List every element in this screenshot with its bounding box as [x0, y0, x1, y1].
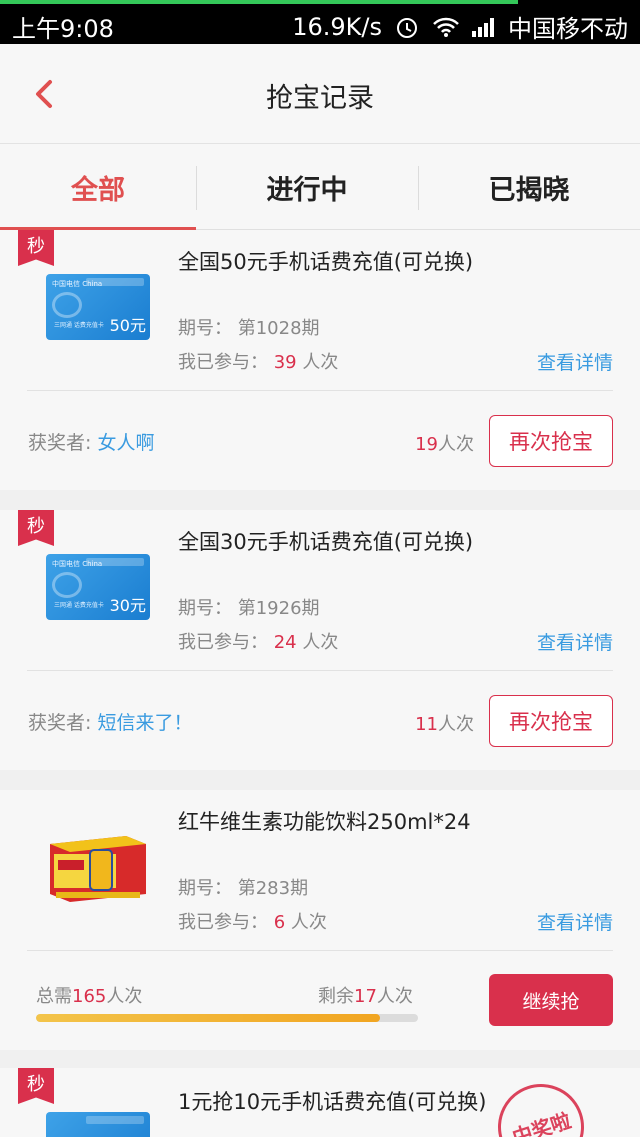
product-name: 1元抢10元手机话费充值(可兑换): [178, 1090, 487, 1114]
product-name: 全国30元手机话费充值(可兑换): [178, 530, 474, 554]
card-divider: [27, 950, 613, 951]
card-logo: [52, 292, 82, 318]
period-info: 期号： 第283期: [178, 874, 308, 900]
period-value: 第283期: [237, 878, 309, 899]
card-divider: [27, 670, 613, 671]
card-amount: 30元: [109, 596, 146, 615]
tab-revealed[interactable]: 已揭晓: [418, 144, 640, 230]
carrier-name: 中国移不动: [508, 15, 628, 43]
tab-in-progress[interactable]: 进行中: [196, 144, 418, 230]
joined-label: 我已参与：: [178, 632, 268, 653]
winner-label: 获奖者:: [28, 432, 92, 454]
joined-info: 我已参与： 39 人次: [178, 348, 338, 374]
card-logo: [52, 572, 82, 598]
total-needed-unit: 人次: [106, 986, 143, 1007]
tab-revealed-label: 已揭晓: [488, 174, 570, 206]
record-card[interactable]: 秒 中国电信 China 三网通 话费充值卡 30元 全国30元手机话费充值(可…: [0, 510, 640, 770]
product-image: 中国电信 China 三网通 话费充值卡 30元: [46, 554, 150, 620]
period-label: 期号：: [178, 878, 232, 899]
status-bar: 上午9:08 16.9K/s 中国移不动: [0, 0, 640, 44]
period-info: 期号： 第1926期: [178, 594, 320, 620]
period-value: 第1028期: [237, 318, 320, 339]
record-card[interactable]: 秒 中国电信 China 三网通 话费充值卡 50元 全国50元手机话费充值(可…: [0, 230, 640, 490]
nav-header: 抢宝记录: [0, 44, 640, 144]
remaining-unit: 人次: [376, 986, 413, 1007]
winner-times-value: 19: [415, 434, 438, 455]
product-image: [46, 830, 150, 906]
joined-unit: 人次: [302, 352, 339, 373]
seckill-badge: 秒: [18, 230, 54, 266]
product-name: 红牛维生素功能饮料250ml*24: [178, 810, 471, 834]
winner-times: 11人次: [415, 710, 474, 736]
total-needed-label: 总需: [36, 986, 72, 1007]
joined-unit: 人次: [290, 912, 327, 933]
card-subtitle: 三网通 话费充值卡: [54, 322, 104, 329]
product-image: [46, 1112, 150, 1137]
joined-info: 我已参与： 24 人次: [178, 628, 338, 654]
winner-times-unit: 人次: [438, 434, 474, 455]
tab-all-label: 全部: [71, 174, 125, 206]
joined-count: 6: [273, 912, 286, 933]
joined-info: 我已参与： 6 人次: [178, 908, 327, 934]
winner-label: 获奖者:: [28, 712, 92, 734]
card-stripe: [86, 558, 144, 566]
status-time: 上午9:08: [12, 15, 114, 43]
alarm-icon: [394, 15, 420, 39]
tab-in-progress-label: 进行中: [266, 174, 348, 206]
progress-fill: [36, 1014, 380, 1022]
period-value: 第1926期: [237, 598, 320, 619]
progress-bar: [36, 1014, 418, 1022]
total-needed-value: 165: [72, 986, 107, 1007]
signal-icon: [470, 15, 496, 39]
winner-times-unit: 人次: [438, 714, 474, 735]
joined-label: 我已参与：: [178, 352, 268, 373]
card-divider: [27, 390, 613, 391]
view-details-link[interactable]: 查看详情: [537, 348, 613, 375]
remaining-label: 剩余: [318, 986, 354, 1007]
product-name: 全国50元手机话费充值(可兑换): [178, 250, 474, 274]
card-stripe: [86, 278, 144, 286]
winner-info: 获奖者: 女人啊: [28, 428, 154, 455]
drink-box-illustration: [50, 836, 146, 902]
buy-again-button[interactable]: 再次抢宝: [489, 415, 613, 467]
page-title: 抢宝记录: [266, 83, 374, 114]
joined-label: 我已参与：: [178, 912, 268, 933]
winner-name[interactable]: 短信来了！: [97, 712, 192, 734]
record-card[interactable]: 秒 1元抢10元手机话费充值(可兑换) 中奖啦: [0, 1068, 640, 1137]
product-image: 中国电信 China 三网通 话费充值卡 50元: [46, 274, 150, 340]
joined-unit: 人次: [302, 632, 339, 653]
remaining: 剩余17人次: [318, 982, 413, 1008]
winner-info: 获奖者: 短信来了！: [28, 708, 192, 735]
view-details-link[interactable]: 查看详情: [537, 908, 613, 935]
remaining-value: 17: [354, 986, 377, 1007]
continue-button[interactable]: 继续抢: [489, 974, 613, 1026]
network-speed: 16.9K/s: [292, 12, 382, 41]
tab-all[interactable]: 全部: [0, 144, 196, 231]
winner-name[interactable]: 女人啊: [97, 432, 154, 454]
period-label: 期号：: [178, 318, 232, 339]
seckill-badge: 秒: [18, 510, 54, 546]
record-card[interactable]: 红牛维生素功能饮料250ml*24 期号： 第283期 我已参与： 6 人次 查…: [0, 790, 640, 1050]
total-needed: 总需165人次: [36, 982, 142, 1008]
seckill-badge: 秒: [18, 1068, 54, 1104]
tab-bar: 全部 进行中 已揭晓: [0, 144, 640, 231]
joined-count: 24: [273, 632, 297, 653]
buy-again-button[interactable]: 再次抢宝: [489, 695, 613, 747]
winner-times: 19人次: [415, 430, 474, 456]
period-info: 期号： 第1028期: [178, 314, 320, 340]
card-stripe: [86, 1116, 144, 1124]
card-amount: 50元: [109, 316, 146, 335]
wifi-icon: [432, 15, 459, 39]
period-label: 期号：: [178, 598, 232, 619]
winner-times-value: 11: [415, 714, 438, 735]
joined-count: 39: [273, 352, 297, 373]
page-load-progress: [0, 0, 518, 4]
view-details-link[interactable]: 查看详情: [537, 628, 613, 655]
won-stamp: 中奖啦: [486, 1072, 596, 1137]
card-subtitle: 三网通 话费充值卡: [54, 602, 104, 609]
